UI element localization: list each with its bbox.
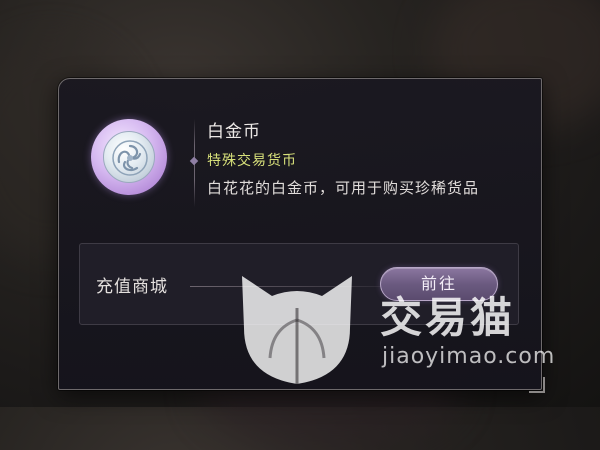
row-divider-line: [190, 286, 390, 287]
divider-ornament: [189, 156, 199, 166]
go-button[interactable]: 前往: [380, 267, 498, 301]
item-type: 特殊交易货币: [207, 153, 297, 169]
item-tooltip-panel: 白金币 特殊交易货币 白花花的白金币，可用于购买珍稀货品 充值商城 前往: [58, 78, 545, 393]
coin-face: [103, 131, 155, 183]
platinum-coin-icon: [91, 119, 167, 195]
item-name: 白金币: [207, 122, 261, 142]
panel-corner-decoration: [529, 377, 545, 393]
recharge-shop-label: 充值商城: [96, 277, 168, 297]
item-description: 白花花的白金币，可用于购买珍稀货品: [207, 179, 480, 197]
recharge-shop-row: 充值商城 前往: [79, 243, 519, 325]
swirl-icon: [112, 140, 148, 176]
